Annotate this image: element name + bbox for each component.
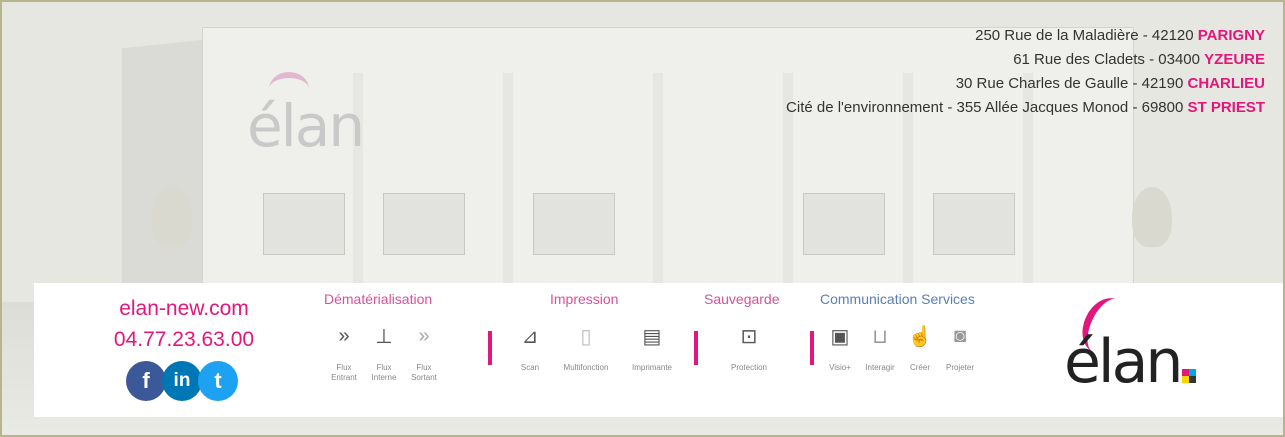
touch-icon: ☝ xyxy=(907,325,933,348)
service-projeter: ◙ Projeter xyxy=(940,321,980,373)
background-logo: élan xyxy=(247,72,365,160)
background-logo-swoosh xyxy=(269,72,309,106)
service-flux-entrant: » Flux Entrant xyxy=(324,321,364,383)
service-flux-sortant: » Flux Sortant xyxy=(404,321,444,383)
address-list: 250 Rue de la Maladière - 42120 PARIGNY … xyxy=(786,24,1265,120)
facade-window xyxy=(933,193,1015,255)
service-interagir: ⊔ Interagir xyxy=(860,321,900,373)
group-communication: Communication Services ▣ Visio+ ⊔ Interagi… xyxy=(820,291,980,373)
padlock-icon: ⊡ xyxy=(740,325,758,348)
phone-number[interactable]: 04.77.23.63.00 xyxy=(64,324,304,355)
group-impression: Impression ⊿ Scan ▯ Multifonction ▤ Imprima… xyxy=(510,291,682,373)
service-scan: ⊿ Scan xyxy=(510,321,550,373)
monitor-icon: ▣ xyxy=(830,325,850,348)
service-imprimante: ▤ Imprimante xyxy=(622,321,682,373)
facade-window xyxy=(533,193,615,255)
website-link[interactable]: elan-new.com xyxy=(64,293,304,324)
tree xyxy=(152,187,192,247)
elan-logo: élan xyxy=(1064,290,1224,397)
service-multifonction: ▯ Multifonction xyxy=(550,321,622,373)
info-banner: elan-new.com 04.77.23.63.00 f in t Démat… xyxy=(34,283,1283,417)
projector-icon: ◙ xyxy=(953,324,967,347)
group-title: Impression xyxy=(550,291,619,307)
group-dematerialisation: Dématérialisation » Flux Entrant ⊥ Flux In… xyxy=(324,291,444,383)
group-title: Dématérialisation xyxy=(324,291,433,307)
linkedin-icon[interactable]: in xyxy=(162,361,202,401)
page-frame: élan 250 Rue de la Maladière - 42120 PAR… xyxy=(0,0,1285,437)
facade-column xyxy=(653,73,663,293)
contact-block: elan-new.com 04.77.23.63.00 f in t xyxy=(64,293,304,401)
group-title: Sauvegarde xyxy=(704,291,780,307)
scanner-icon: ⊿ xyxy=(521,325,539,348)
double-chevron-outline-icon: » xyxy=(418,324,430,347)
twitter-icon[interactable]: t xyxy=(198,361,238,401)
facebook-icon[interactable]: f xyxy=(126,361,166,401)
address-line: 30 Rue Charles de Gaulle - 42190 CHARLIE… xyxy=(955,75,1265,92)
multifunction-icon: ▯ xyxy=(580,325,592,348)
printer-icon: ▤ xyxy=(642,325,662,348)
tree xyxy=(1132,187,1172,247)
facade-window xyxy=(803,193,885,255)
service-creer: ☝ Créer xyxy=(900,321,940,373)
group-title: Communication Services xyxy=(820,291,975,307)
services-strip: Dématérialisation » Flux Entrant ⊥ Flux In… xyxy=(324,291,1024,411)
logo-color-dots xyxy=(1182,369,1196,383)
chair-icon: ⊔ xyxy=(872,325,888,348)
pink-separator xyxy=(810,331,814,365)
service-flux-interne: ⊥ Flux Interne xyxy=(364,321,404,383)
facade-window xyxy=(383,193,465,255)
logo-wordmark: élan xyxy=(1064,327,1183,397)
org-chart-icon: ⊥ xyxy=(375,325,393,348)
facade-column xyxy=(503,73,513,293)
address-line: 250 Rue de la Maladière - 42120 PARIGNY xyxy=(975,27,1265,44)
group-sauvegarde: Sauvegarde ⊡ Protection xyxy=(704,291,794,373)
pink-separator xyxy=(488,331,492,365)
address-line: 61 Rue des Cladets - 03400 YZEURE xyxy=(1013,51,1265,68)
service-protection: ⊡ Protection xyxy=(704,321,794,373)
address-line: Cité de l'environnement - 355 Allée Jacq… xyxy=(786,99,1265,116)
pink-separator xyxy=(694,331,698,365)
social-links: f in t xyxy=(64,361,304,401)
facade-window xyxy=(263,193,345,255)
service-visio: ▣ Visio+ xyxy=(820,321,860,373)
double-chevron-icon: » xyxy=(338,324,350,347)
